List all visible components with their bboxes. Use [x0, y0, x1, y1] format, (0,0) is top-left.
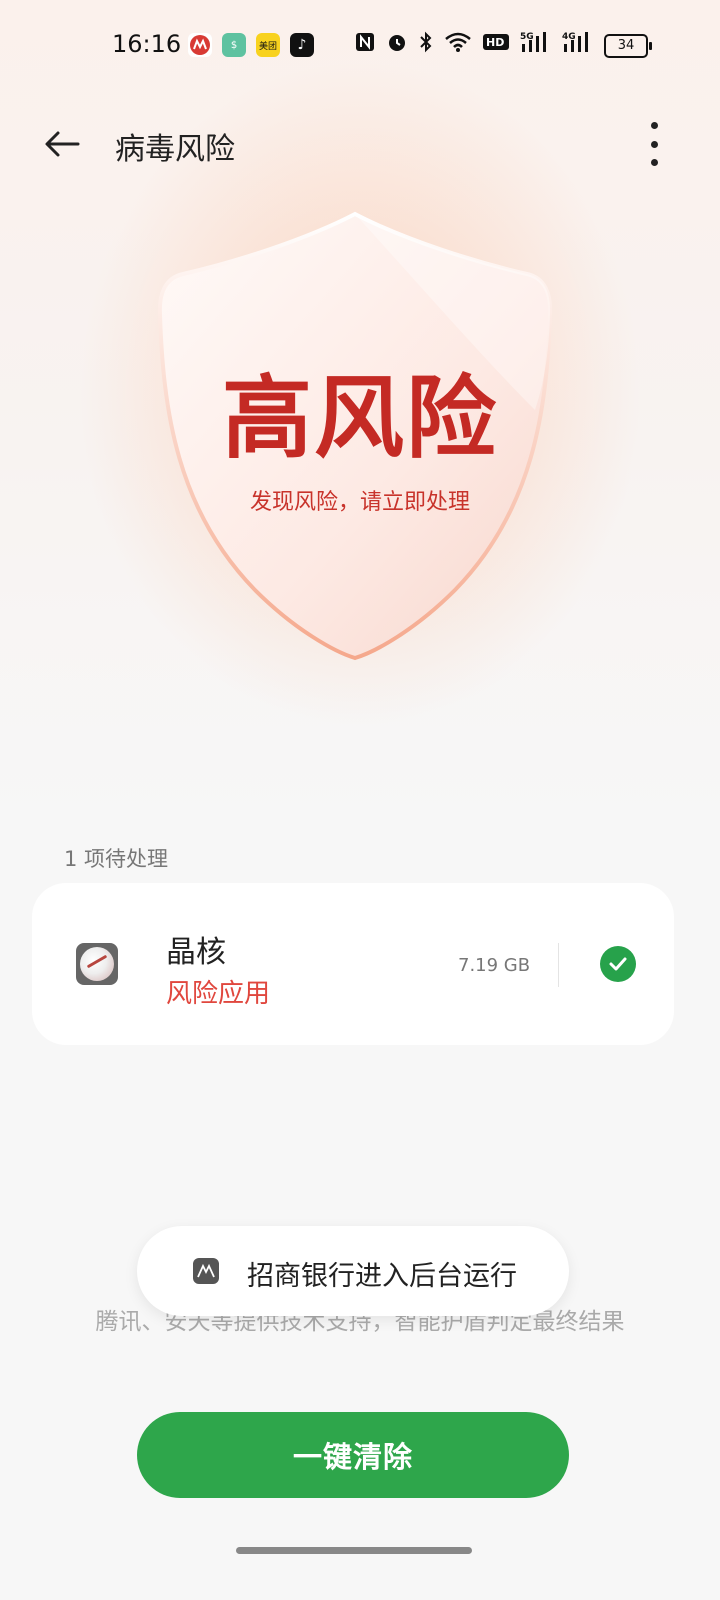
page-title: 病毒风险 — [115, 132, 235, 167]
green-app-icon: $ — [222, 33, 246, 57]
signal-5g-icon: 5G — [520, 30, 552, 61]
wifi-icon — [444, 31, 472, 60]
tiktok-icon: ♪ — [290, 33, 314, 57]
more-dot-icon — [650, 122, 658, 129]
toast: 招商银行进入后台运行 — [137, 1226, 569, 1316]
one-click-clean-button[interactable]: 一键清除 — [137, 1412, 569, 1498]
meituan-icon: 美团 — [256, 33, 280, 57]
hd-voice-icon: HD — [482, 31, 510, 60]
status-indicators: HD 5G 4G 34 — [354, 30, 652, 61]
checkmark-icon — [609, 957, 627, 971]
meituan-label: 美团 — [258, 41, 277, 52]
item-checkbox[interactable] — [600, 946, 636, 982]
signal-4g-icon: 4G — [562, 30, 594, 61]
bluetooth-icon — [418, 31, 434, 60]
more-options-button[interactable] — [644, 122, 664, 166]
more-dot-icon — [650, 159, 658, 166]
green-app-label: $ — [230, 39, 238, 51]
china-merchants-bank-icon — [188, 33, 212, 57]
risk-level-title: 高风险 — [222, 366, 498, 471]
header: 病毒风险 — [0, 108, 720, 180]
alarm-icon — [386, 31, 408, 60]
app-risk-label: 风险应用 — [166, 979, 271, 1009]
status-time: 16:16 — [112, 30, 182, 58]
nfc-icon — [354, 31, 376, 60]
divider — [558, 943, 559, 987]
tiktok-label: ♪ — [297, 37, 307, 53]
back-button[interactable] — [40, 122, 84, 166]
pending-count-label: 1 项待处理 — [64, 847, 169, 871]
battery-icon: 34 — [604, 33, 652, 58]
home-indicator[interactable] — [236, 1547, 472, 1554]
back-arrow-icon — [45, 131, 80, 157]
more-dot-icon — [650, 140, 658, 148]
risk-level-subtitle: 发现风险，请立即处理 — [249, 490, 470, 515]
svg-text:HD: HD — [486, 36, 504, 49]
risk-item-card[interactable]: 晶核 风险应用 7.19 GB — [32, 883, 674, 1045]
battery-level: 34 — [617, 38, 635, 53]
app-name: 晶核 — [166, 935, 226, 970]
toast-text: 招商银行进入后台运行 — [247, 1261, 517, 1292]
app-size: 7.19 GB — [458, 955, 531, 976]
app-icon — [76, 943, 118, 985]
bank-app-icon — [193, 1258, 219, 1284]
status-bar: 16:16 $ 美团 ♪ HD 5G 4G 34 — [0, 0, 720, 90]
